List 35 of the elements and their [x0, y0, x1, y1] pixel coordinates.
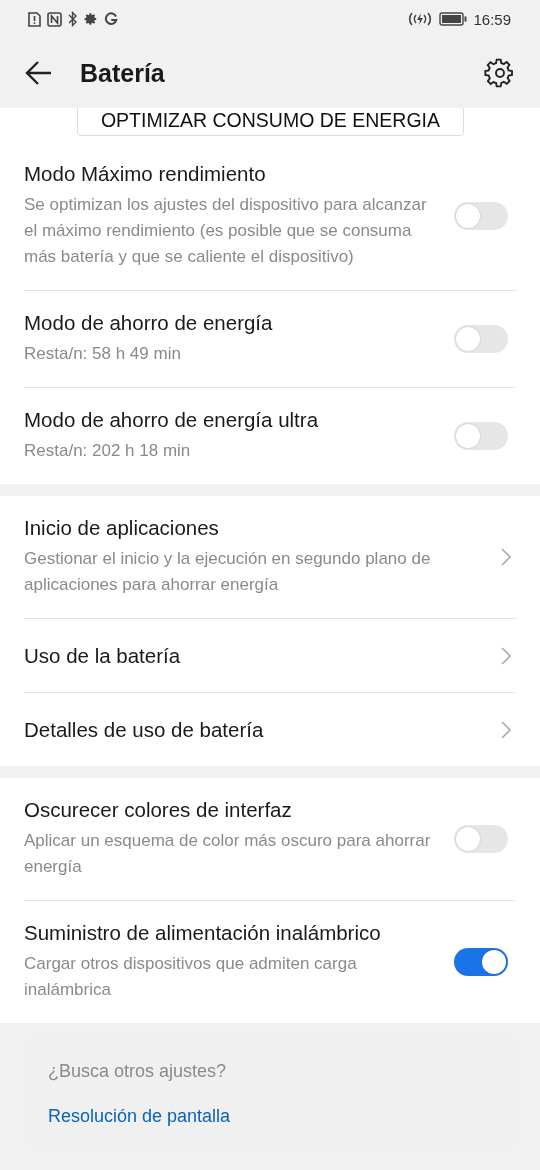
- setting-title[interactable]: Modo de ahorro de energía ultra: [24, 408, 454, 432]
- google-icon: [104, 12, 118, 26]
- settings-button[interactable]: [484, 57, 516, 89]
- gear-icon: [84, 12, 98, 26]
- setting-title[interactable]: Suministro de alimentación inalámbrico: [24, 921, 454, 945]
- nfc-icon: [47, 11, 62, 27]
- chevron-icon: [500, 645, 512, 666]
- bluetooth-icon: [68, 11, 78, 27]
- screen-resolution-link[interactable]: Resolución de pantalla: [48, 1106, 492, 1127]
- suggestion-question: ¿Busca otros ajustes?: [48, 1061, 228, 1082]
- toggle-switch[interactable]: [454, 825, 508, 853]
- setting-description: Resta/n: 202 h 18 min: [24, 440, 192, 462]
- toggle-switch[interactable]: [454, 202, 508, 230]
- battery-icon: [439, 12, 468, 26]
- setting-title[interactable]: Detalles de uso de batería: [24, 717, 500, 742]
- setting-description: Gestionar el inicio y la ejecución en segundo plano de aplicaciones para ahorrar energía: [24, 548, 432, 596]
- toggle-switch[interactable]: [454, 325, 508, 353]
- sim-alert-icon: [28, 11, 41, 27]
- toggle-switch[interactable]: [454, 948, 508, 976]
- setting-description: Resta/n: 58 h 49 min: [24, 343, 182, 365]
- setting-title[interactable]: Modo de ahorro de energía: [24, 311, 454, 335]
- wireless-charging-icon: [407, 11, 434, 27]
- setting-description: Aplicar un esquema de color más oscuro para ahorrar energía: [24, 830, 432, 878]
- page-title: Batería: [80, 58, 166, 88]
- chevron-icon: [500, 547, 512, 567]
- setting-title[interactable]: Uso de la batería: [24, 643, 500, 668]
- toggle-switch[interactable]: [454, 422, 508, 450]
- setting-title[interactable]: Inicio de aplicaciones: [24, 516, 500, 540]
- setting-description: Se optimizan los ajustes del dispositivo para alcanzar el máximo rendimiento (es posible que se consuma más batería y que se caliente el dispositivo): [24, 194, 428, 268]
- setting-title[interactable]: Modo Máximo rendimiento: [24, 162, 454, 186]
- clock-time: 16:59: [473, 10, 511, 28]
- setting-description: Cargar otros dispositivos que admiten carga inalámbrica: [24, 953, 358, 1001]
- setting-title[interactable]: Oscurecer colores de interfaz: [24, 798, 454, 822]
- chevron-icon: [500, 719, 512, 740]
- optimize-button[interactable]: OPTIMIZAR CONSUMO DE ENERGIA: [77, 108, 464, 136]
